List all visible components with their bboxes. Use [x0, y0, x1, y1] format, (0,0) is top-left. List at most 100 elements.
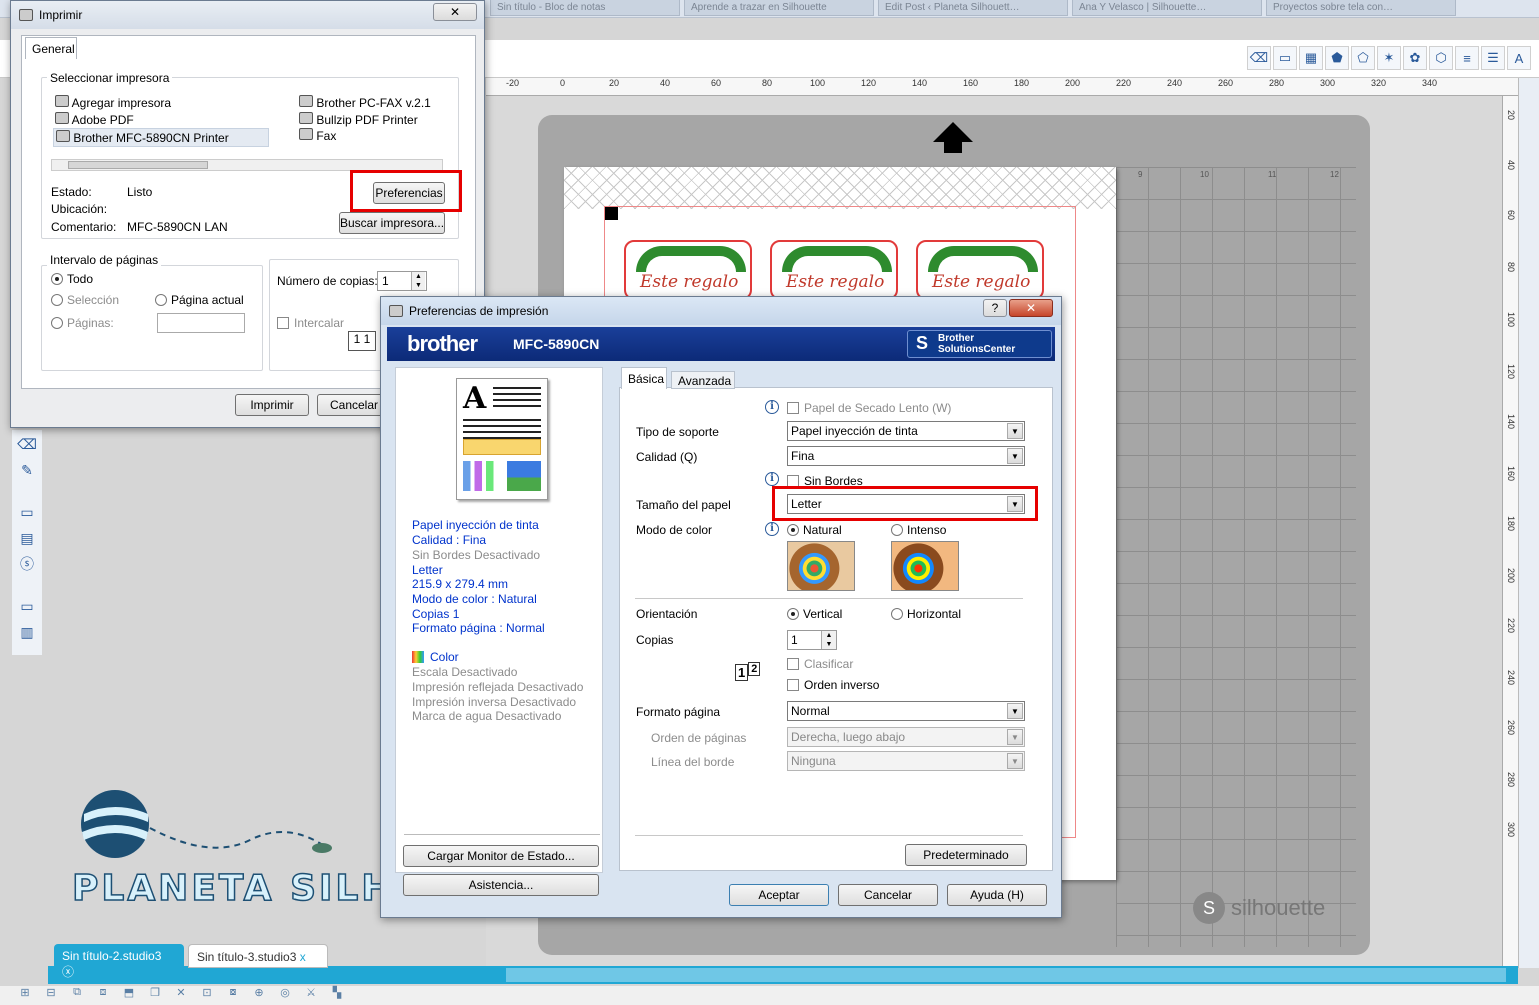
browser-tab[interactable]: Aprende a trazar en Silhouette: [684, 0, 874, 16]
orientation-portrait-radio[interactable]: Vertical: [787, 607, 842, 621]
browser-tab[interactable]: Proyectos sobre tela con…: [1266, 0, 1456, 16]
pencil-icon[interactable]: ✎: [14, 458, 40, 482]
split-panel-icon[interactable]: ▥: [14, 620, 40, 644]
add-printer-icon: [55, 95, 69, 107]
copies-spinner[interactable]: ▲ ▼: [411, 272, 425, 290]
browser-tab[interactable]: Ana Y Velasco | Silhouette…: [1072, 0, 1262, 16]
gift-tag[interactable]: Este regalo es: [770, 240, 898, 312]
prefs-titlebar[interactable]: Preferencias de impresión: [381, 297, 1061, 325]
printer-list[interactable]: Agregar impresora Adobe PDF Brother MFC-…: [51, 93, 441, 153]
close-tab-icon[interactable]: ⓧ: [62, 965, 74, 979]
tab-general[interactable]: General: [25, 37, 77, 59]
print-dialog-titlebar[interactable]: Imprimir: [11, 1, 484, 29]
bring-front-icon[interactable]: ⬒: [118, 986, 140, 1004]
leaf-decoration: [928, 246, 1038, 272]
border-line-select[interactable]: Ninguna ▼: [787, 751, 1025, 771]
prefs-copies-spinner[interactable]: ▲ ▼: [821, 631, 836, 649]
shape-icon[interactable]: ⬠: [1351, 46, 1375, 70]
print-button[interactable]: Imprimir: [235, 394, 309, 416]
page-format-select[interactable]: Normal ▼: [787, 701, 1025, 721]
reverse-order-checkbox[interactable]: Orden inverso: [787, 678, 879, 692]
chevron-down-icon: ▼: [1007, 448, 1023, 464]
delete-icon[interactable]: ✕: [170, 986, 192, 1004]
pages-input[interactable]: [157, 313, 245, 333]
group-icon[interactable]: ⊞: [14, 986, 36, 1004]
compound-icon[interactable]: ⧉: [66, 986, 88, 1004]
range-selection-radio[interactable]: Selección: [51, 293, 119, 307]
release-icon[interactable]: ⧈: [92, 986, 114, 1004]
list-icon[interactable]: ☰: [1481, 46, 1505, 70]
offset-target-icon[interactable]: ◎: [274, 986, 296, 1004]
prefs-collate-checkbox[interactable]: Clasificar: [787, 657, 853, 671]
browser-tab[interactable]: Edit Post ‹ Planeta Silhouett…: [878, 0, 1068, 16]
collate-checkbox[interactable]: Intercalar: [277, 316, 344, 330]
color-vivid-radio[interactable]: Intenso: [891, 523, 946, 537]
ungroup-icon[interactable]: ⊟: [40, 986, 62, 1004]
scrollbar-thumb[interactable]: [68, 161, 208, 169]
weld-icon[interactable]: ⊕: [248, 986, 270, 1004]
gift-tag[interactable]: Este regalo es: [624, 240, 752, 312]
eraser-tool-icon[interactable]: ⌫: [14, 432, 40, 456]
eraser-icon[interactable]: ⌫: [1247, 46, 1271, 70]
status-monitor-button[interactable]: Cargar Monitor de Estado...: [403, 845, 599, 867]
lines-icon[interactable]: ≡: [1455, 46, 1479, 70]
prefs-cancel-button[interactable]: Cancelar: [838, 884, 938, 906]
gift-tag[interactable]: Este regalo es: [916, 240, 1044, 312]
close-tab-icon[interactable]: x: [300, 950, 306, 964]
replicate-icon[interactable]: ✿: [1403, 46, 1427, 70]
window-icon[interactable]: ▭: [1273, 46, 1297, 70]
assist-button[interactable]: Asistencia...: [403, 874, 599, 896]
ruler-tick: 280: [1269, 78, 1285, 88]
printer-item[interactable]: Bullzip PDF Printer: [299, 112, 418, 127]
range-current-radio[interactable]: Página actual: [155, 293, 244, 307]
tab-basica[interactable]: Básica: [621, 367, 667, 389]
browser-tab[interactable]: Sin título - Bloc de notas: [490, 0, 680, 16]
page-order-select[interactable]: Derecha, luego abajo ▼: [787, 727, 1025, 747]
printer-name: Agregar impresora: [71, 96, 172, 110]
horizontal-scrollbar[interactable]: [506, 968, 1506, 982]
slow-dry-checkbox[interactable]: Papel de Secado Lento (W): [787, 401, 951, 415]
status-value: Listo: [127, 185, 153, 199]
knife-icon[interactable]: ⚔: [300, 986, 322, 1004]
doc-tab-active[interactable]: Sin título-3.studio3 x: [188, 944, 328, 968]
solutions-center-button[interactable]: S Brother SolutionsCenter: [907, 330, 1052, 358]
text-icon[interactable]: A: [1507, 46, 1531, 70]
feed-direction-arrow-stem: [944, 141, 962, 153]
grid-icon[interactable]: ▦: [1299, 46, 1323, 70]
doc-tab[interactable]: Sin título-2.studio3 ⓧ: [54, 944, 184, 979]
quality-select[interactable]: Fina ▼: [787, 446, 1025, 466]
fill-icon[interactable]: ▚: [326, 986, 348, 1004]
tab-avanzada[interactable]: Avanzada: [671, 371, 735, 389]
default-button[interactable]: Predeterminado: [905, 844, 1027, 866]
printer-item-selected[interactable]: Brother MFC-5890CN Printer: [53, 128, 269, 147]
duplicate-icon[interactable]: ❐: [144, 986, 166, 1004]
help-button[interactable]: Ayuda (H): [947, 884, 1047, 906]
color-natural-radio[interactable]: Natural: [787, 523, 842, 537]
page-settings-icon[interactable]: ▭: [14, 500, 40, 524]
silhouette-store-icon[interactable]: ⓢ: [14, 552, 40, 576]
info-icon[interactable]: i: [765, 522, 779, 536]
info-icon[interactable]: i: [765, 472, 779, 486]
prefs-close-button[interactable]: ✕: [1009, 299, 1053, 317]
printer-item[interactable]: Fax: [299, 128, 336, 143]
star-icon[interactable]: ✶: [1377, 46, 1401, 70]
panel-icon[interactable]: ▭: [14, 594, 40, 618]
printer-item[interactable]: Brother PC-FAX v.2.1: [299, 95, 431, 110]
accept-button[interactable]: Aceptar: [729, 884, 829, 906]
media-type-select[interactable]: Papel inyección de tinta ▼: [787, 421, 1025, 441]
right-panel-strip[interactable]: [1518, 78, 1539, 968]
align-icon[interactable]: ⊡: [196, 986, 218, 1004]
library-icon[interactable]: ▤: [14, 526, 40, 550]
info-icon[interactable]: i: [765, 400, 779, 414]
pentagon-icon[interactable]: ⬟: [1325, 46, 1349, 70]
offset-icon[interactable]: ⬡: [1429, 46, 1453, 70]
range-all-radio[interactable]: Todo: [51, 272, 93, 286]
print-dialog-close-button[interactable]: ✕: [433, 3, 477, 21]
printer-item[interactable]: Agregar impresora: [55, 95, 171, 110]
find-printer-button[interactable]: Buscar impresora...: [339, 212, 445, 234]
printer-item[interactable]: Adobe PDF: [55, 112, 134, 127]
help-title-button[interactable]: ?: [983, 299, 1007, 317]
replicate-left-icon[interactable]: ⧇: [222, 986, 244, 1004]
range-pages-radio[interactable]: Páginas:: [51, 316, 114, 330]
orientation-landscape-radio[interactable]: Horizontal: [891, 607, 961, 621]
